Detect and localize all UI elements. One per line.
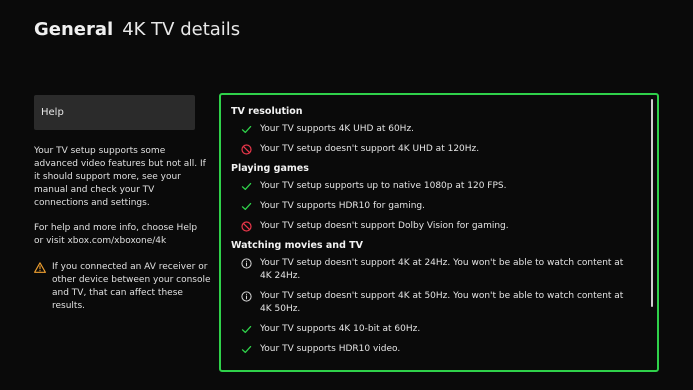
page-title: 4K TV details [122, 19, 241, 40]
detail-item-text: Your TV setup doesn't support 4K at 50Hz… [260, 291, 624, 314]
info-icon [241, 291, 252, 302]
tv-details-panel[interactable]: TV resolution Your TV supports 4K UHD at … [219, 93, 659, 372]
detail-item-text: Your TV setup doesn't support 4K UHD at … [260, 144, 480, 154]
detail-item-text: Your TV setup doesn't support Dolby Visi… [260, 221, 509, 231]
setup-description: Your TV setup supports some advanced vid… [34, 146, 206, 208]
detail-item-text: Your TV supports 4K UHD at 60Hz. [260, 124, 415, 134]
not-supported-icon [241, 221, 252, 232]
check-icon [241, 201, 252, 212]
category-title: TV resolution [231, 106, 303, 117]
section-title: General [34, 19, 114, 40]
help-info-text: For help and more info, choose Help or v… [34, 223, 198, 246]
detail-item: Your TV setup doesn't support 4K UHD at … [231, 143, 637, 156]
detail-item: Your TV supports HDR10 video. [231, 343, 637, 356]
detail-item: Your TV setup doesn't support Dolby Visi… [231, 220, 637, 233]
details-list: TV resolution Your TV supports 4K UHD at … [231, 106, 637, 363]
warning-icon [34, 262, 46, 313]
detail-item: Your TV setup doesn't support 4K at 50Hz… [231, 290, 637, 316]
page-header: General 4K TV details [34, 19, 240, 40]
detail-item: Your TV supports 4K UHD at 60Hz. [231, 123, 637, 136]
info-icon [241, 258, 252, 269]
detail-item: Your TV setup doesn't support 4K at 24Hz… [231, 257, 637, 283]
detail-item-text: Your TV supports HDR10 for gaming. [260, 201, 425, 211]
category-title: Watching movies and TV [231, 240, 364, 251]
panel-scrollbar[interactable] [651, 99, 653, 307]
detail-item-text: Your TV setup doesn't support 4K at 24Hz… [260, 258, 624, 281]
warning-text: If you connected an AV receiver or other… [52, 262, 211, 311]
category-title: Playing games [231, 163, 309, 174]
detail-item: Your TV supports HDR10 for gaming. [231, 200, 637, 213]
detail-item-text: Your TV setup supports up to native 1080… [260, 181, 507, 191]
check-icon [241, 344, 252, 355]
detail-item: Your TV supports 4K 10-bit at 60Hz. [231, 323, 637, 336]
details-category: TV resolution Your TV supports 4K UHD at … [231, 106, 637, 156]
details-category: Watching movies and TV Your TV setup does… [231, 240, 637, 356]
details-category: Playing games Your TV setup supports up t… [231, 163, 637, 233]
check-icon [241, 324, 252, 335]
detail-item-text: Your TV supports HDR10 video. [260, 344, 401, 354]
not-supported-icon [241, 144, 252, 155]
help-button[interactable]: Help [34, 95, 195, 130]
help-button-label: Help [41, 107, 64, 118]
detail-item-text: Your TV supports 4K 10-bit at 60Hz. [260, 324, 421, 334]
av-receiver-warning: If you connected an AV receiver or other… [34, 261, 212, 313]
check-icon [241, 181, 252, 192]
check-icon [241, 124, 252, 135]
detail-item: Your TV setup supports up to native 1080… [231, 180, 637, 193]
